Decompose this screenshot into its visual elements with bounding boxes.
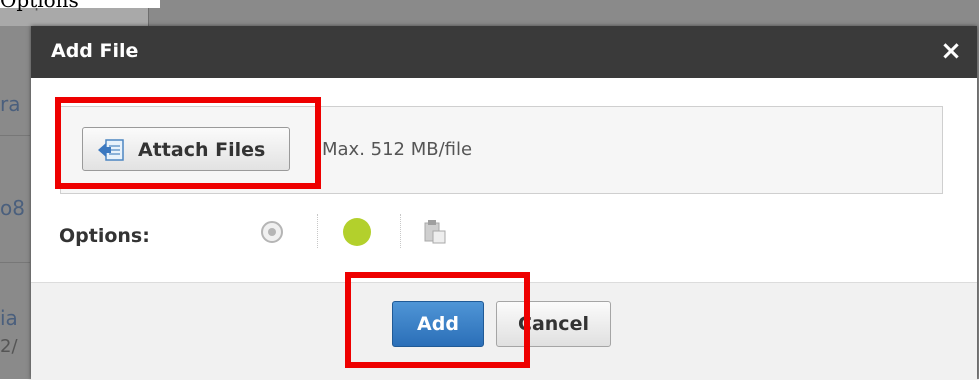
background-text-fragment: ia [0, 306, 18, 330]
close-button[interactable]: × [937, 37, 965, 65]
options-separator [317, 214, 318, 248]
attach-files-highlight-box [55, 97, 321, 189]
clipboard-icon[interactable] [423, 219, 447, 245]
max-file-size-note: Max. 512 MB/file [322, 139, 473, 160]
green-dot-icon[interactable] [342, 217, 372, 247]
options-separator [400, 214, 401, 248]
dialog-title: Add File [51, 40, 139, 62]
dialog-header: Add File × [31, 26, 977, 78]
options-label: Options: [59, 225, 150, 247]
page-heading-fragment: Options [0, 0, 160, 12]
radio-target-icon[interactable] [260, 220, 284, 244]
background-text-fragment: 2/ [0, 336, 18, 357]
background-text-fragment: o8 [0, 196, 25, 220]
page-heading: Options [0, 0, 79, 12]
add-button-highlight-box [345, 272, 530, 368]
background-divider [0, 135, 30, 136]
background-divider [0, 262, 30, 263]
background-text-fragment: ra [0, 92, 21, 116]
